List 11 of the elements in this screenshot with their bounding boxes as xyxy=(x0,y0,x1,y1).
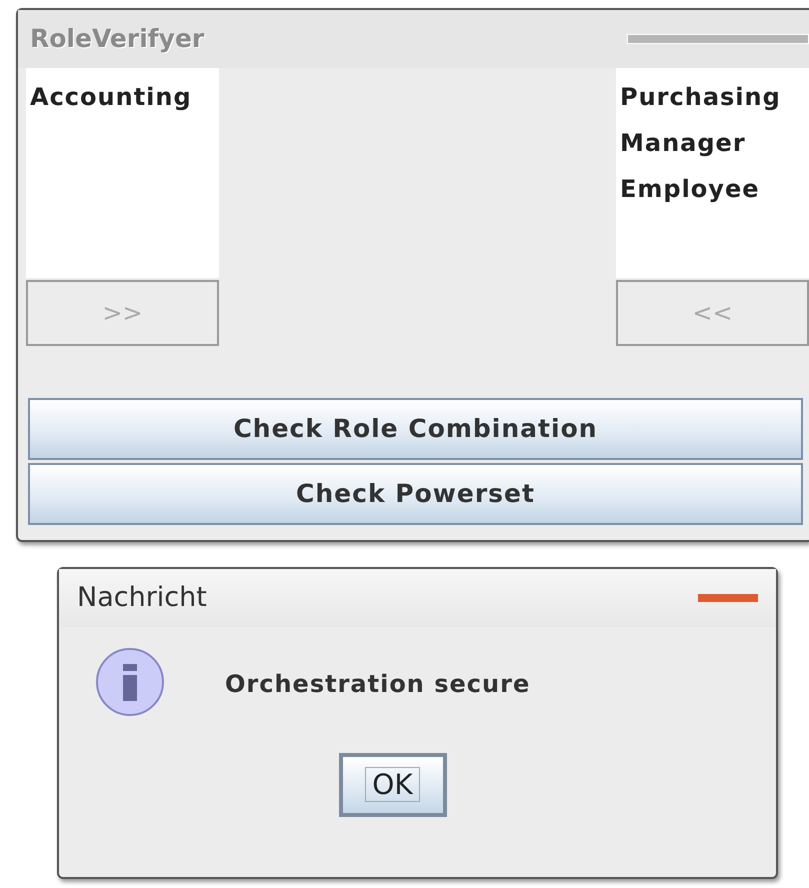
window-control[interactable] xyxy=(627,34,809,44)
list-item[interactable]: Employee xyxy=(620,166,805,212)
action-button[interactable]: Check Role Combination xyxy=(28,398,803,460)
list-item[interactable]: Accounting xyxy=(30,74,215,120)
message-text: Orchestration secure xyxy=(225,669,530,700)
action-button[interactable]: Check Powerset xyxy=(28,463,803,525)
window-title: RoleVerifyer xyxy=(30,23,204,56)
list-item[interactable]: Manager xyxy=(620,120,805,166)
ok-button[interactable]: OK xyxy=(338,753,446,817)
dialog-title: Nachricht xyxy=(77,580,207,615)
list-item[interactable]: Purchasing xyxy=(620,74,805,120)
